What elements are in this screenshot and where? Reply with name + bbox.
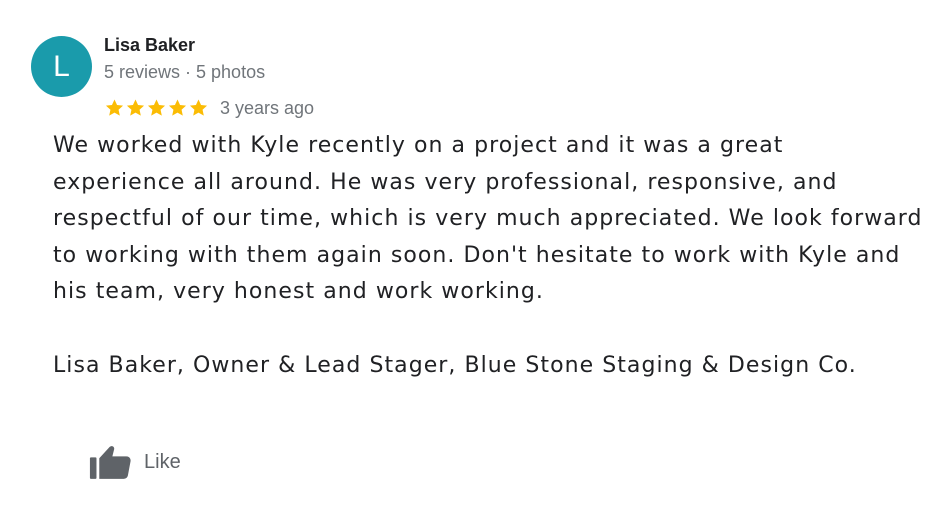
review-date: 3 years ago — [220, 97, 315, 118]
star-icon — [147, 99, 166, 116]
star-rating — [104, 98, 209, 118]
like-label: Like — [144, 450, 181, 473]
thumbs-up-icon — [89, 446, 131, 479]
reviewer-name[interactable]: Lisa Baker — [104, 35, 195, 56]
star-icon — [105, 99, 124, 116]
review-signature: Lisa Baker, Owner & Lead Stager, Blue St… — [53, 352, 857, 378]
reviewer-meta: 5 reviews · 5 photos — [104, 62, 266, 82]
review-text: We worked with Kyle recently on a projec… — [53, 128, 923, 384]
star-icon — [189, 99, 208, 116]
like-button[interactable]: Like — [89, 443, 181, 481]
review-paragraph: We worked with Kyle recently on a projec… — [53, 133, 923, 305]
star-icon — [168, 99, 187, 116]
star-icon — [126, 99, 145, 116]
rating-row: 3 years ago — [104, 95, 314, 121]
avatar[interactable]: L — [31, 36, 92, 97]
